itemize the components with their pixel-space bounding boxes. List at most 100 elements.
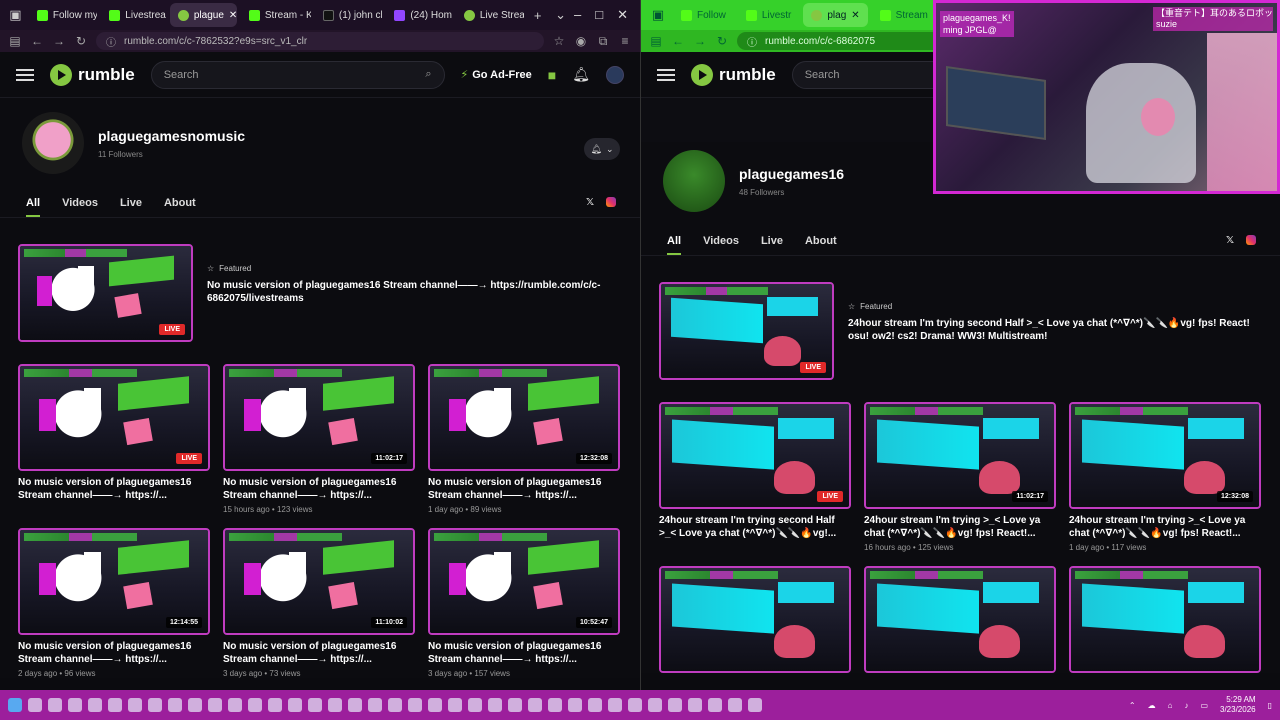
tab-videos[interactable]: Videos: [62, 197, 98, 209]
close-tab-icon[interactable]: ✕: [851, 10, 859, 21]
video-card[interactable]: [1069, 566, 1261, 673]
app-icon[interactable]: [368, 698, 382, 712]
video-thumbnail[interactable]: [659, 566, 851, 673]
video-card[interactable]: 10:52:47 No music version of plaguegames…: [428, 528, 620, 678]
cloud-icon[interactable]: ☁: [1148, 701, 1156, 710]
video-title[interactable]: 24hour stream I'm trying >_< Love ya cha…: [1069, 514, 1261, 540]
tab-all[interactable]: All: [667, 235, 682, 255]
reload-icon[interactable]: ↻: [74, 34, 88, 48]
app-icon[interactable]: [328, 698, 342, 712]
x-icon[interactable]: 𝕏: [1226, 235, 1234, 246]
minimize-icon[interactable]: –: [574, 7, 581, 23]
video-title[interactable]: No music version of plaguegames16 Stream…: [428, 476, 620, 502]
chevron-down-icon[interactable]: ⌄: [551, 4, 570, 26]
upload-camera-icon[interactable]: ■: [548, 67, 556, 83]
app-icon[interactable]: [548, 698, 562, 712]
instagram-icon[interactable]: [1246, 235, 1256, 245]
rumble-logo[interactable]: rumble: [691, 63, 776, 86]
volume-icon[interactable]: ♪: [1184, 701, 1188, 710]
app-icon[interactable]: [688, 698, 702, 712]
browser-tab[interactable]: Stream: [872, 3, 936, 27]
video-card[interactable]: LIVE 24hour stream I'm trying second Hal…: [659, 402, 851, 552]
video-card[interactable]: 12:32:08 No music version of plaguegames…: [428, 364, 620, 514]
video-title[interactable]: No music version of plaguegames16 Stream…: [223, 640, 415, 666]
video-thumbnail[interactable]: LIVE: [18, 364, 210, 471]
maximize-icon[interactable]: □: [595, 7, 603, 23]
search-input[interactable]: Search ⌕: [150, 60, 445, 89]
tab-actions-icon[interactable]: ▣: [6, 4, 25, 26]
app-icon[interactable]: [448, 698, 462, 712]
app-icon[interactable]: [568, 698, 582, 712]
tab-about[interactable]: About: [164, 197, 196, 209]
back-icon[interactable]: ←: [30, 34, 44, 48]
search-input[interactable]: Search: [791, 60, 952, 89]
app-icon[interactable]: [388, 698, 402, 712]
app-icon[interactable]: [488, 698, 502, 712]
tab-live[interactable]: Live: [761, 235, 783, 247]
close-tab-icon[interactable]: ✕: [229, 10, 237, 21]
sidebar-icon[interactable]: ▤: [8, 34, 22, 48]
x-icon[interactable]: 𝕏: [586, 197, 594, 208]
new-tab-icon[interactable]: +: [528, 4, 547, 26]
video-thumbnail[interactable]: 11:02:17: [864, 402, 1056, 509]
featured-thumbnail[interactable]: LIVE: [659, 282, 834, 380]
app-icon[interactable]: [528, 698, 542, 712]
taskbar-clock[interactable]: 5:29 AM 3/23/2026: [1220, 695, 1256, 715]
video-title[interactable]: No music version of plaguegames16 Stream…: [18, 640, 210, 666]
video-thumbnail[interactable]: 11:02:17: [223, 364, 415, 471]
video-card[interactable]: 11:02:17 24hour stream I'm trying >_< Lo…: [864, 402, 1056, 552]
file-explorer-icon[interactable]: [68, 698, 82, 712]
sidebar-icon[interactable]: ▤: [649, 34, 663, 48]
browser-tab[interactable]: Stream - K: [241, 3, 311, 27]
hamburger-menu-icon[interactable]: [657, 68, 675, 81]
task-view-icon[interactable]: [48, 698, 62, 712]
search-icon[interactable]: ⌕: [425, 68, 431, 81]
rumble-logo[interactable]: rumble: [50, 63, 135, 86]
network-icon[interactable]: ⌂: [1168, 701, 1173, 710]
video-card[interactable]: [864, 566, 1056, 673]
extensions-icon[interactable]: ⧉: [596, 34, 610, 49]
video-card[interactable]: LIVE No music version of plaguegames16 S…: [18, 364, 210, 514]
video-card[interactable]: 11:10:02 No music version of plaguegames…: [223, 528, 415, 678]
notify-bell-button[interactable]: 🔔︎⌄: [584, 138, 620, 160]
browser-tab[interactable]: Livestrea: [101, 3, 166, 27]
browser-tab-active[interactable]: plague ✕: [169, 3, 237, 27]
info-icon[interactable]: ⓘ: [106, 34, 116, 49]
video-thumbnail[interactable]: [1069, 566, 1261, 673]
video-title[interactable]: No music version of plaguegames16 Stream…: [428, 640, 620, 666]
video-thumbnail[interactable]: 12:14:55: [18, 528, 210, 635]
app-icon[interactable]: [248, 698, 262, 712]
browser-tab[interactable]: Live Strea: [456, 3, 524, 27]
video-thumbnail[interactable]: LIVE: [659, 402, 851, 509]
tab-about[interactable]: About: [805, 235, 837, 247]
app-icon[interactable]: [728, 698, 742, 712]
video-title[interactable]: 24hour stream I'm trying second Half >_<…: [659, 514, 851, 540]
tab-videos[interactable]: Videos: [703, 235, 739, 247]
channel-avatar[interactable]: [22, 112, 84, 174]
video-card[interactable]: 12:14:55 No music version of plaguegames…: [18, 528, 210, 678]
video-thumbnail[interactable]: 12:32:08: [428, 364, 620, 471]
forward-icon[interactable]: →: [52, 34, 66, 48]
app-icon[interactable]: [168, 698, 182, 712]
app-icon[interactable]: [188, 698, 202, 712]
video-thumbnail[interactable]: 10:52:47: [428, 528, 620, 635]
forward-icon[interactable]: →: [693, 34, 707, 48]
notifications-icon[interactable]: ▯: [1268, 701, 1272, 710]
profile-icon[interactable]: ◉: [574, 34, 588, 48]
app-icon[interactable]: [108, 698, 122, 712]
app-icon[interactable]: [508, 698, 522, 712]
app-icon[interactable]: [268, 698, 282, 712]
browser-tab[interactable]: Follow my: [29, 3, 97, 27]
browser-tab[interactable]: Follow: [673, 3, 734, 27]
app-icon[interactable]: [408, 698, 422, 712]
app-icon[interactable]: [748, 698, 762, 712]
app-icon[interactable]: [428, 698, 442, 712]
reload-icon[interactable]: ↻: [715, 34, 729, 48]
instagram-icon[interactable]: [606, 197, 616, 207]
app-icon[interactable]: [648, 698, 662, 712]
video-thumbnail[interactable]: 12:32:08: [1069, 402, 1261, 509]
video-card[interactable]: 12:32:08 24hour stream I'm trying >_< Lo…: [1069, 402, 1261, 552]
tab-live[interactable]: Live: [120, 197, 142, 209]
back-icon[interactable]: ←: [671, 34, 685, 48]
hamburger-menu-icon[interactable]: [16, 68, 34, 81]
